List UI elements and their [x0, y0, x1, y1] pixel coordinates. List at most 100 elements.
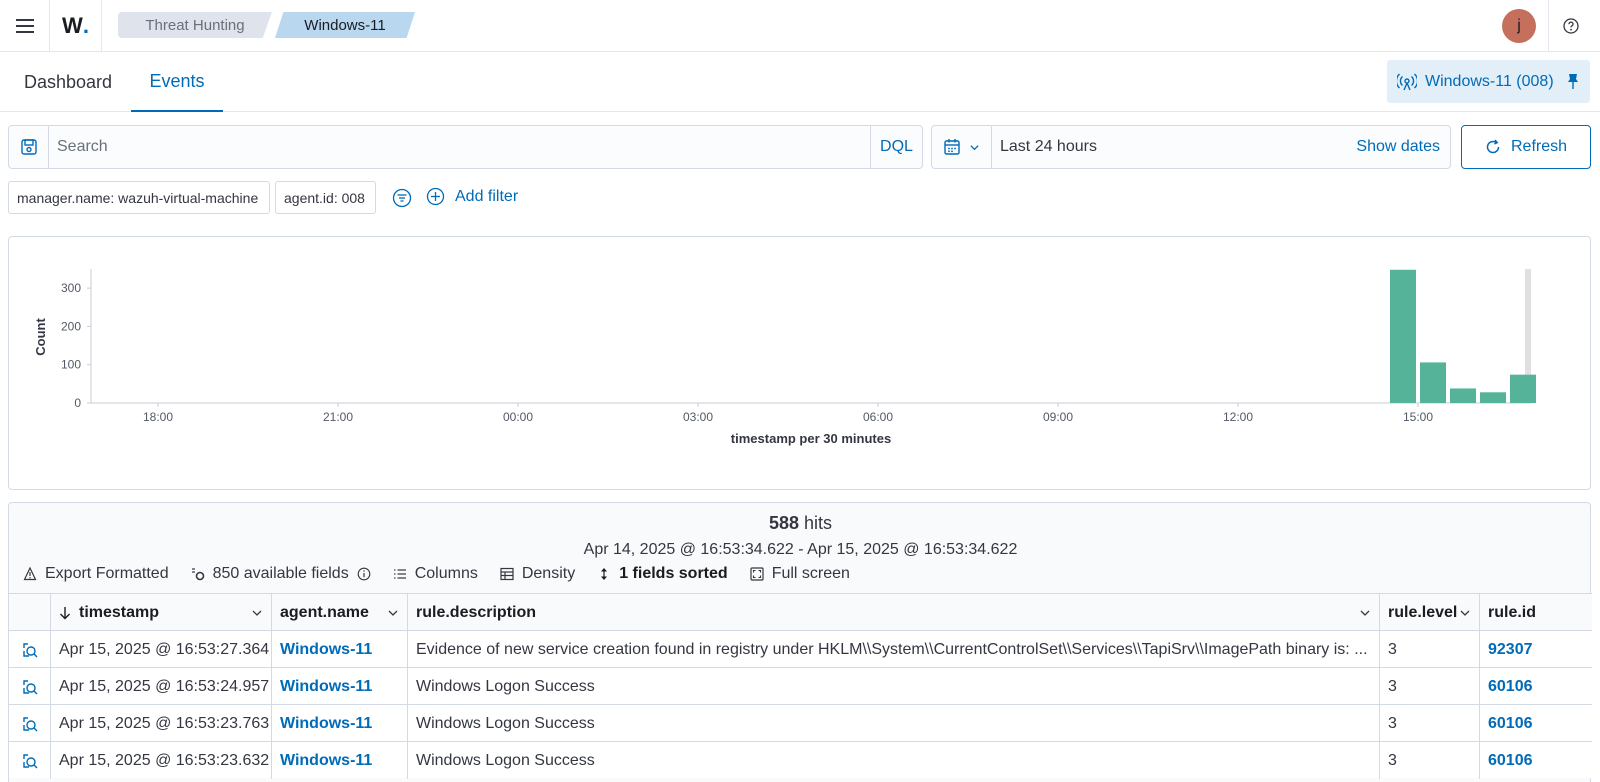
columns-label: Columns: [414, 565, 478, 582]
table-row: Apr 15, 2025 @ 16:53:23.632 Windows-11 W…: [9, 741, 1592, 779]
fullscreen-icon: [750, 567, 764, 581]
cell-rule-id-link[interactable]: 60106: [1480, 668, 1592, 705]
results-toolbar: Export Formatted 850 available fields Co…: [23, 563, 872, 585]
column-header-rule-id[interactable]: rule.id: [1480, 594, 1592, 631]
x-tick-label: 21:00: [323, 410, 353, 424]
export-label: Export Formatted: [45, 565, 169, 582]
refresh-button[interactable]: Refresh: [1461, 125, 1591, 169]
x-tick-label: 00:00: [503, 410, 533, 424]
add-filter-label: Add filter: [455, 187, 519, 205]
chevron-down-icon[interactable]: [387, 607, 399, 619]
chevron-down-icon[interactable]: [1459, 607, 1471, 619]
breadcrumb-threat-hunting[interactable]: Threat Hunting: [118, 12, 272, 38]
date-picker: Last 24 hours Show dates: [931, 125, 1451, 169]
column-header-agent-name[interactable]: agent.name: [272, 594, 408, 631]
cell-timestamp: Apr 15, 2025 @ 16:53:27.364: [51, 631, 272, 668]
histogram-bar[interactable]: [1390, 269, 1416, 403]
inspect-row-button[interactable]: [9, 742, 51, 779]
cell-description: Windows Logon Success: [408, 668, 1380, 705]
breadcrumb-agent[interactable]: Windows-11: [275, 12, 415, 38]
cell-rule-id-link[interactable]: 60106: [1480, 742, 1592, 779]
info-icon: [357, 567, 371, 581]
events-table: timestamp agent.name rule.description ru…: [9, 593, 1592, 779]
cell-agent-link[interactable]: Windows-11: [272, 742, 408, 779]
chevron-down-icon[interactable]: [1359, 607, 1371, 619]
chevron-down-icon[interactable]: [251, 607, 263, 619]
saved-query-button[interactable]: [9, 126, 49, 168]
antenna-icon: [1397, 72, 1417, 90]
column-label: timestamp: [79, 603, 160, 621]
x-tick-label: 03:00: [683, 410, 713, 424]
save-icon: [20, 139, 37, 155]
column-header-timestamp[interactable]: timestamp: [51, 594, 272, 631]
hits-label: hits: [804, 513, 833, 533]
full-screen-label: Full screen: [771, 565, 850, 582]
columns-button[interactable]: Columns: [393, 565, 478, 583]
cell-timestamp: Apr 15, 2025 @ 16:53:24.957: [51, 668, 272, 705]
density-button[interactable]: Density: [500, 565, 575, 583]
inspect-row-button[interactable]: [9, 631, 51, 668]
inspect-icon: [22, 679, 37, 694]
help-icon[interactable]: [1562, 17, 1580, 35]
column-label: agent.name: [280, 603, 369, 621]
inspect-icon: [22, 753, 37, 768]
histogram-bar[interactable]: [1420, 362, 1446, 403]
cell-description: Windows Logon Success: [408, 705, 1380, 742]
table-header-row: timestamp agent.name rule.description ru…: [9, 593, 1592, 631]
x-tick-label: 15:00: [1403, 410, 1433, 424]
sort-icon: [601, 568, 608, 580]
x-tick-label: 12:00: [1223, 410, 1253, 424]
quick-date-button[interactable]: [932, 126, 992, 168]
available-fields-button[interactable]: 850 available fields: [191, 565, 371, 583]
search-input[interactable]: [49, 126, 870, 168]
filter-pill-agent[interactable]: agent.id: 008: [275, 181, 376, 214]
header-divider: [1548, 0, 1549, 52]
filter-options-icon[interactable]: [392, 188, 412, 208]
app-logo[interactable]: W.: [50, 0, 102, 52]
histogram-panel: 0 100 200 300 18:00 21:00 00:00 03:00 06:00 09:0…: [8, 236, 1591, 490]
histogram-bar[interactable]: [1450, 388, 1476, 403]
cell-description: Evidence of new service creation found i…: [408, 631, 1380, 668]
user-avatar[interactable]: j: [1502, 9, 1536, 43]
menu-button[interactable]: [0, 0, 50, 52]
histogram-bar[interactable]: [1510, 374, 1536, 403]
histogram-bar[interactable]: [1480, 392, 1506, 403]
results-time-range: Apr 14, 2025 @ 16:53:34.622 - Apr 15, 20…: [583, 541, 1018, 558]
cell-agent-link[interactable]: Windows-11: [272, 631, 408, 668]
refresh-label: Refresh: [1510, 138, 1568, 155]
inspect-icon: [22, 716, 37, 731]
tab-events[interactable]: Events: [131, 52, 223, 112]
column-label: rule.level: [1388, 603, 1458, 621]
date-range-text[interactable]: Last 24 hours: [992, 138, 1356, 156]
cell-agent-link[interactable]: Windows-11: [272, 668, 408, 705]
x-axis-label: timestamp per 30 minutes: [731, 431, 891, 446]
sort-fields-button[interactable]: 1 fields sorted: [597, 565, 728, 583]
add-filter-button[interactable]: Add filter: [426, 187, 518, 206]
chevron-down-icon: [970, 144, 979, 150]
pin-icon[interactable]: [1566, 73, 1580, 89]
inspect-row-button[interactable]: [9, 668, 51, 705]
column-header-rule-description[interactable]: rule.description: [408, 594, 1380, 631]
y-tick-label: 100: [61, 358, 81, 372]
tab-bar: Dashboard Events: [0, 52, 1600, 112]
full-screen-button[interactable]: Full screen: [750, 565, 850, 583]
x-tick-label: 18:00: [143, 410, 173, 424]
tab-dashboard[interactable]: Dashboard: [10, 52, 126, 112]
logo-dot: .: [82, 13, 89, 38]
header-control-cell: [9, 594, 51, 631]
pinned-agent-label: Windows-11 (008): [1425, 72, 1554, 90]
export-formatted-button[interactable]: Export Formatted: [23, 565, 169, 583]
hits-count: 588: [768, 513, 799, 533]
cell-rule-id-link[interactable]: 60106: [1480, 705, 1592, 742]
column-header-rule-level[interactable]: rule.level: [1380, 594, 1480, 631]
pinned-agent-button[interactable]: Windows-11 (008): [1387, 60, 1590, 103]
query-language-button[interactable]: DQL: [870, 126, 922, 168]
inspect-row-button[interactable]: [9, 705, 51, 742]
filter-pill-manager[interactable]: manager.name: wazuh-virtual-machine: [8, 181, 270, 214]
cell-agent-link[interactable]: Windows-11: [272, 705, 408, 742]
table-row: Apr 15, 2025 @ 16:53:27.364 Windows-11 E…: [9, 630, 1592, 668]
export-icon: [23, 567, 37, 581]
show-dates-link[interactable]: Show dates: [1356, 138, 1450, 156]
cell-rule-id-link[interactable]: 92307: [1480, 631, 1592, 668]
y-tick-label: 300: [61, 281, 81, 295]
